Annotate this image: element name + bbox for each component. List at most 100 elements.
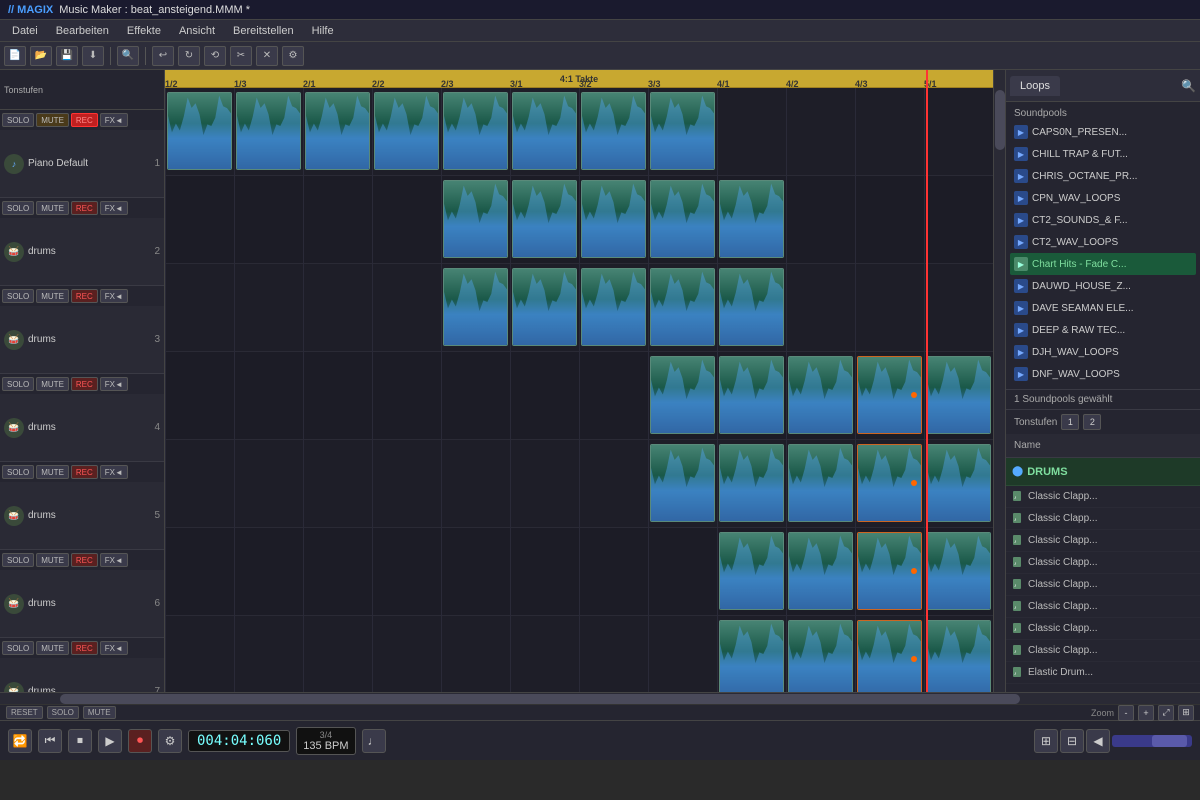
menu-bereitstellen[interactable]: Bereitstellen	[225, 23, 302, 39]
soundpool-item-3[interactable]: ▶CPN_WAV_LOOPS	[1010, 187, 1196, 209]
play-btn[interactable]: ▶	[98, 729, 122, 753]
grid-btn[interactable]: ⊞	[1034, 729, 1058, 753]
track-4-fx[interactable]: FX◄	[100, 377, 128, 391]
clip-r4-s8[interactable]	[719, 444, 784, 522]
stop-btn[interactable]: ⏹	[68, 729, 92, 753]
clip-r3-s10[interactable]	[857, 356, 922, 434]
clip-r3-s8[interactable]	[719, 356, 784, 434]
loop-item-5[interactable]: ♪Classic Clapp...	[1006, 596, 1200, 618]
settings-btn[interactable]: ⚙	[158, 729, 182, 753]
clip-r3-s9[interactable]	[788, 356, 853, 434]
zoom-out-btn[interactable]: -	[1118, 705, 1134, 721]
v-scrollbar-thumb[interactable]	[995, 90, 1005, 150]
drums-category[interactable]: ⬤ DRUMS	[1006, 458, 1200, 486]
clip-r0-s5[interactable]	[512, 92, 577, 170]
toolbar-extra[interactable]: ⚙	[282, 46, 304, 66]
zoom-in-btn[interactable]: +	[1138, 705, 1154, 721]
soundpool-item-0[interactable]: ▶CAPS0N_PRESEN...	[1010, 121, 1196, 143]
track-7-mute[interactable]: MUTE	[36, 641, 69, 655]
track-7-fx[interactable]: FX◄	[100, 641, 128, 655]
h-scrollbar-thumb[interactable]	[60, 694, 1020, 704]
h-scrollbar[interactable]	[0, 692, 1200, 704]
clip-r0-s6[interactable]	[581, 92, 646, 170]
menu-hilfe[interactable]: Hilfe	[304, 23, 342, 39]
clip-r2-s5[interactable]	[512, 268, 577, 346]
loop-item-6[interactable]: ♪Classic Clapp...	[1006, 618, 1200, 640]
track-4-solo[interactable]: SOLO	[2, 377, 34, 391]
soundpool-item-2[interactable]: ▶CHRIS_OCTANE_PR...	[1010, 165, 1196, 187]
rewind-btn[interactable]: ⏮	[38, 729, 62, 753]
loop-item-2[interactable]: ♪Classic Clapp...	[1006, 530, 1200, 552]
reset-btn[interactable]: RESET	[6, 706, 43, 719]
clip-r0-s7[interactable]	[650, 92, 715, 170]
metronome-btn[interactable]: ♩	[362, 729, 386, 753]
clip-r1-s7[interactable]	[650, 180, 715, 258]
clip-r5-s10[interactable]	[857, 532, 922, 610]
timeline-ruler[interactable]: 4:1 Takte 1/21/32/12/22/33/13/23/34/14/2…	[165, 70, 993, 88]
clip-r5-s9[interactable]	[788, 532, 853, 610]
clip-r0-s3[interactable]	[374, 92, 439, 170]
toolbar-search[interactable]: 🔍	[117, 46, 139, 66]
track-1-fx[interactable]: FX◄	[100, 113, 128, 127]
arrangement-area[interactable]: 4:1 Takte 1/21/32/12/22/33/13/23/34/14/2…	[165, 70, 993, 692]
clip-r4-s7[interactable]	[650, 444, 715, 522]
clip-r2-s6[interactable]	[581, 268, 646, 346]
clip-r0-s4[interactable]	[443, 92, 508, 170]
soundpool-item-8[interactable]: ▶DAVE SEAMAN ELE...	[1010, 297, 1196, 319]
track-6-fx[interactable]: FX◄	[100, 553, 128, 567]
toolbar-export[interactable]: ⬇	[82, 46, 104, 66]
track-2-fx[interactable]: FX◄	[100, 201, 128, 215]
loop-btn[interactable]: 🔁	[8, 729, 32, 753]
clip-r4-s9[interactable]	[788, 444, 853, 522]
solo-btn[interactable]: SOLO	[47, 706, 79, 719]
menu-ansicht[interactable]: Ansicht	[171, 23, 223, 39]
track-3-solo[interactable]: SOLO	[2, 289, 34, 303]
soundpool-item-4[interactable]: ▶CT2_SOUNDS_& F...	[1010, 209, 1196, 231]
tonstufe-btn-2[interactable]: 2	[1083, 414, 1101, 430]
menu-bearbeiten[interactable]: Bearbeiten	[48, 23, 117, 39]
track-3-mute[interactable]: MUTE	[36, 289, 69, 303]
clip-r3-s11[interactable]	[926, 356, 991, 434]
clip-r5-s8[interactable]	[719, 532, 784, 610]
clip-r1-s8[interactable]	[719, 180, 784, 258]
track-5-mute[interactable]: MUTE	[36, 465, 69, 479]
record-btn[interactable]: ⏺	[128, 729, 152, 753]
clip-r6-s10[interactable]	[857, 620, 922, 692]
panel-search-icon[interactable]: 🔍	[1181, 79, 1196, 93]
soundpool-item-5[interactable]: ▶CT2_WAV_LOOPS	[1010, 231, 1196, 253]
track-1-mute[interactable]: MUTE	[36, 113, 69, 127]
track-5-solo[interactable]: SOLO	[2, 465, 34, 479]
menu-effekte[interactable]: Effekte	[119, 23, 169, 39]
toolbar-save[interactable]: 💾	[56, 46, 78, 66]
toolbar-cut[interactable]: ✂	[230, 46, 252, 66]
clip-r0-s2[interactable]	[305, 92, 370, 170]
toolbar-undo[interactable]: ↩	[152, 46, 174, 66]
track-7-solo[interactable]: SOLO	[2, 641, 34, 655]
soundpool-item-11[interactable]: ▶DNF_WAV_LOOPS	[1010, 363, 1196, 385]
mute-btn[interactable]: MUTE	[83, 706, 116, 719]
clip-r2-s7[interactable]	[650, 268, 715, 346]
tonstufe-btn-1[interactable]: 1	[1061, 414, 1079, 430]
toolbar-close[interactable]: ✕	[256, 46, 278, 66]
track-2-rec[interactable]: REC	[71, 201, 98, 215]
clip-r2-s8[interactable]	[719, 268, 784, 346]
grid-btn2[interactable]: ⊟	[1060, 729, 1084, 753]
soundpool-item-7[interactable]: ▶DAUWD_HOUSE_Z...	[1010, 275, 1196, 297]
track-2-solo[interactable]: SOLO	[2, 201, 34, 215]
clip-r3-s7[interactable]	[650, 356, 715, 434]
track-4-mute[interactable]: MUTE	[36, 377, 69, 391]
track-5-rec[interactable]: REC	[71, 465, 98, 479]
loop-item-0[interactable]: ♪Classic Clapp...	[1006, 486, 1200, 508]
track-7-rec[interactable]: REC	[71, 641, 98, 655]
clip-r5-s11[interactable]	[926, 532, 991, 610]
clip-r1-s4[interactable]	[443, 180, 508, 258]
clip-r6-s9[interactable]	[788, 620, 853, 692]
loop-item-8[interactable]: ♪Elastic Drum...	[1006, 662, 1200, 684]
clip-r4-s10[interactable]	[857, 444, 922, 522]
loop-item-7[interactable]: ♪Classic Clapp...	[1006, 640, 1200, 662]
clip-r4-s11[interactable]	[926, 444, 991, 522]
clip-r2-s4[interactable]	[443, 268, 508, 346]
clip-r6-s8[interactable]	[719, 620, 784, 692]
clip-r0-s0[interactable]	[167, 92, 232, 170]
track-4-rec[interactable]: REC	[71, 377, 98, 391]
